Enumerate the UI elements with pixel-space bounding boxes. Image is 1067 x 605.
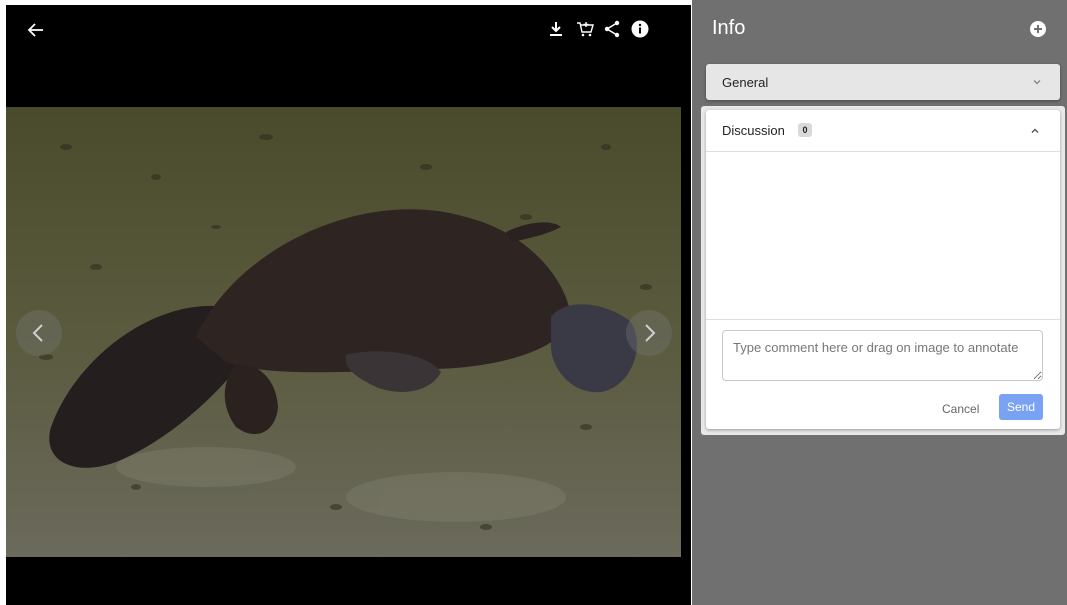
download-icon [550,22,562,36]
panel-title: Info [712,17,746,39]
comment-count-badge: 0 [798,123,812,137]
add-button[interactable] [1029,20,1047,38]
cancel-button[interactable]: Cancel [942,402,979,416]
info-icon [631,20,649,38]
general-section-header[interactable]: General [706,64,1060,100]
share-icon [604,20,620,38]
add-to-cart-button[interactable] [575,19,595,39]
share-button[interactable] [602,19,622,39]
back-button[interactable] [24,18,48,42]
chevron-up-icon [1031,128,1039,133]
discussion-section: Discussion 0 Cancel Send [701,106,1065,435]
send-button[interactable]: Send [999,394,1043,420]
discussion-section-label: Discussion [722,123,785,138]
chevron-down-icon [1033,80,1041,85]
comments-list [706,152,1060,320]
info-panel: Info General Discussion 0 Cancel Send [692,0,1067,605]
discussion-section-header[interactable]: Discussion 0 [706,110,1060,152]
platypus-photo[interactable] [6,107,681,557]
general-section-label: General [722,75,769,90]
next-image-button[interactable] [626,310,672,356]
viewer-toolbar [6,5,691,55]
arrow-left-icon [27,23,43,37]
cart-add-icon [577,22,594,37]
discussion-card: Discussion 0 Cancel Send [706,110,1060,429]
chevron-right-icon [645,324,656,342]
previous-image-button[interactable] [16,310,62,356]
plus-circle-icon [1030,21,1046,37]
download-button[interactable] [546,19,566,39]
info-button[interactable] [630,19,650,39]
chevron-left-icon [32,324,43,342]
image-viewer [6,5,691,605]
comment-input[interactable] [722,330,1043,381]
photo-illustration [6,107,681,557]
